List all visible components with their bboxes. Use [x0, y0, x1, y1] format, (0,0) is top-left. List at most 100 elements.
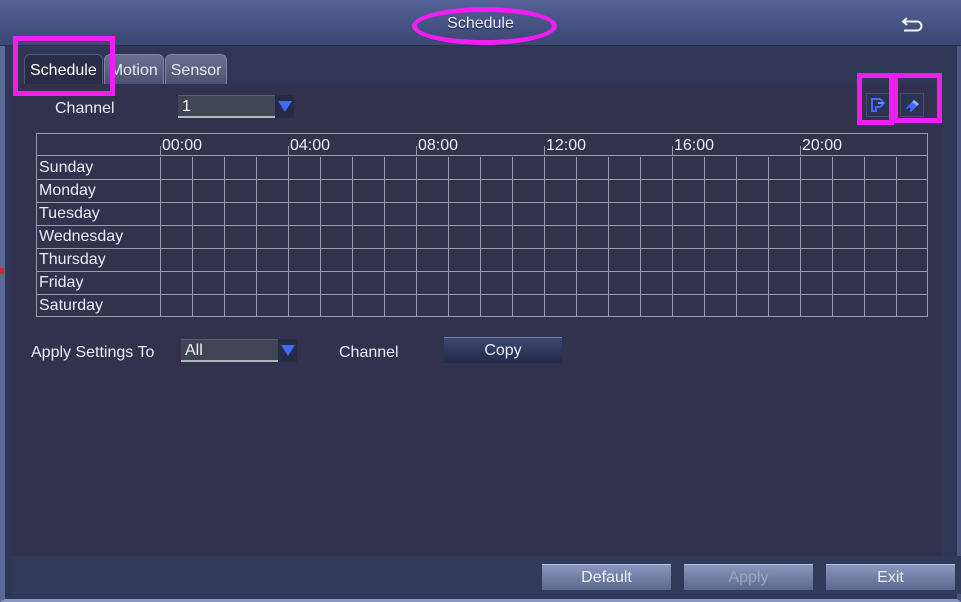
- schedule-cell[interactable]: [640, 272, 672, 294]
- back-button[interactable]: [901, 14, 925, 34]
- schedule-cell[interactable]: [672, 226, 704, 248]
- schedule-cell[interactable]: [864, 203, 896, 225]
- schedule-cell[interactable]: [256, 203, 288, 225]
- schedule-cell[interactable]: [224, 203, 256, 225]
- schedule-cell[interactable]: [512, 249, 544, 271]
- schedule-cell[interactable]: [768, 203, 800, 225]
- schedule-cell[interactable]: [320, 249, 352, 271]
- schedule-cell[interactable]: [704, 272, 736, 294]
- schedule-cell[interactable]: [608, 249, 640, 271]
- schedule-cell[interactable]: [256, 295, 288, 317]
- schedule-cell[interactable]: [224, 157, 256, 179]
- schedule-cell[interactable]: [896, 180, 928, 202]
- schedule-cell[interactable]: [416, 272, 448, 294]
- schedule-cell[interactable]: [576, 157, 608, 179]
- schedule-cell[interactable]: [288, 226, 320, 248]
- schedule-cell[interactable]: [160, 272, 192, 294]
- schedule-cell[interactable]: [864, 226, 896, 248]
- schedule-cell[interactable]: [864, 295, 896, 317]
- schedule-cell[interactable]: [416, 226, 448, 248]
- schedule-cell[interactable]: [192, 157, 224, 179]
- schedule-cell[interactable]: [608, 226, 640, 248]
- schedule-cell[interactable]: [224, 180, 256, 202]
- schedule-cell[interactable]: [672, 295, 704, 317]
- schedule-cell[interactable]: [544, 203, 576, 225]
- schedule-cell[interactable]: [352, 249, 384, 271]
- schedule-cell[interactable]: [576, 180, 608, 202]
- schedule-cell[interactable]: [672, 157, 704, 179]
- schedule-cell[interactable]: [288, 203, 320, 225]
- schedule-cell[interactable]: [288, 180, 320, 202]
- channel-select[interactable]: 1: [178, 95, 275, 118]
- schedule-cell[interactable]: [384, 295, 416, 317]
- schedule-cell[interactable]: [352, 203, 384, 225]
- schedule-cell[interactable]: [192, 272, 224, 294]
- schedule-cell[interactable]: [512, 180, 544, 202]
- schedule-cell[interactable]: [576, 295, 608, 317]
- schedule-cell[interactable]: [704, 295, 736, 317]
- schedule-cell[interactable]: [640, 180, 672, 202]
- schedule-cell[interactable]: [160, 157, 192, 179]
- schedule-cell[interactable]: [736, 226, 768, 248]
- schedule-cell[interactable]: [672, 180, 704, 202]
- copy-button[interactable]: Copy: [444, 337, 562, 363]
- schedule-cell[interactable]: [224, 249, 256, 271]
- schedule-cell[interactable]: [480, 157, 512, 179]
- schedule-cell[interactable]: [384, 249, 416, 271]
- schedule-cell[interactable]: [672, 272, 704, 294]
- schedule-cell[interactable]: [832, 203, 864, 225]
- schedule-cell[interactable]: [640, 157, 672, 179]
- schedule-cell[interactable]: [224, 272, 256, 294]
- schedule-cell[interactable]: [800, 157, 832, 179]
- schedule-cell[interactable]: [800, 272, 832, 294]
- schedule-cell[interactable]: [576, 203, 608, 225]
- schedule-cell[interactable]: [416, 295, 448, 317]
- schedule-cell[interactable]: [736, 203, 768, 225]
- schedule-cell[interactable]: [576, 226, 608, 248]
- schedule-cell[interactable]: [256, 272, 288, 294]
- default-button[interactable]: Default: [542, 564, 671, 590]
- schedule-cell[interactable]: [160, 295, 192, 317]
- schedule-cell[interactable]: [480, 226, 512, 248]
- schedule-cell[interactable]: [320, 180, 352, 202]
- schedule-cell[interactable]: [416, 203, 448, 225]
- schedule-cell[interactable]: [832, 157, 864, 179]
- schedule-cell[interactable]: [224, 295, 256, 317]
- schedule-cell[interactable]: [320, 226, 352, 248]
- schedule-cell[interactable]: [416, 157, 448, 179]
- schedule-cell[interactable]: [352, 157, 384, 179]
- schedule-cell[interactable]: [608, 272, 640, 294]
- channel-dropdown-button[interactable]: [275, 95, 294, 118]
- schedule-cell[interactable]: [160, 180, 192, 202]
- schedule-cell[interactable]: [448, 203, 480, 225]
- schedule-cell[interactable]: [800, 180, 832, 202]
- schedule-cell[interactable]: [768, 249, 800, 271]
- schedule-cell[interactable]: [832, 249, 864, 271]
- schedule-cell[interactable]: [288, 272, 320, 294]
- schedule-cell[interactable]: [896, 203, 928, 225]
- schedule-cell[interactable]: [736, 295, 768, 317]
- schedule-cell[interactable]: [384, 226, 416, 248]
- schedule-cell[interactable]: [608, 203, 640, 225]
- schedule-cell[interactable]: [800, 249, 832, 271]
- schedule-cell[interactable]: [544, 157, 576, 179]
- schedule-cell[interactable]: [448, 295, 480, 317]
- schedule-cell[interactable]: [672, 203, 704, 225]
- schedule-cell[interactable]: [512, 295, 544, 317]
- schedule-cell[interactable]: [768, 157, 800, 179]
- schedule-cell[interactable]: [864, 249, 896, 271]
- apply-settings-select[interactable]: All: [181, 339, 278, 362]
- schedule-cell[interactable]: [512, 272, 544, 294]
- schedule-cell[interactable]: [352, 180, 384, 202]
- schedule-cell[interactable]: [832, 272, 864, 294]
- schedule-cell[interactable]: [480, 180, 512, 202]
- schedule-cell[interactable]: [160, 226, 192, 248]
- tab-schedule[interactable]: Schedule: [24, 54, 103, 84]
- schedule-cell[interactable]: [832, 180, 864, 202]
- tab-motion[interactable]: Motion: [103, 54, 164, 84]
- apply-settings-dropdown-button[interactable]: [278, 339, 297, 362]
- schedule-cell[interactable]: [384, 272, 416, 294]
- schedule-cell[interactable]: [160, 203, 192, 225]
- schedule-cell[interactable]: [896, 226, 928, 248]
- schedule-cell[interactable]: [416, 180, 448, 202]
